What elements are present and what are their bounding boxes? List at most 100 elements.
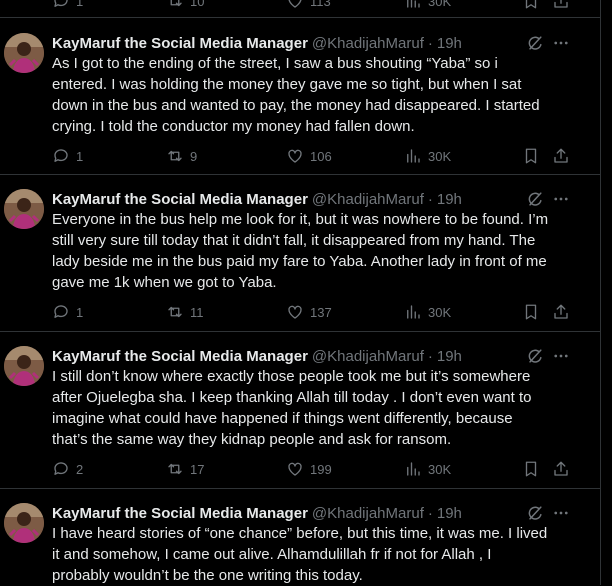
views-count: 30K — [428, 304, 452, 320]
views-button[interactable]: 30K — [404, 460, 451, 478]
repost-button[interactable]: 17 — [166, 460, 204, 478]
repost-icon — [170, 0, 182, 7]
reply-button[interactable]: 1 — [52, 147, 83, 165]
bookmark-button[interactable] — [522, 303, 540, 321]
separator: · — [427, 504, 433, 522]
like-button[interactable]: 137 — [286, 303, 332, 321]
display-name[interactable]: KayMaruf the Social Media Manager — [52, 348, 308, 365]
timestamp[interactable]: 19h — [437, 348, 462, 365]
separator: · — [427, 190, 433, 208]
like-button[interactable]: 199 — [286, 460, 332, 478]
reply-button[interactable]: 1 — [52, 0, 83, 10]
views-icon — [407, 149, 420, 163]
bookmark-icon — [525, 0, 537, 9]
bookmark-icon — [525, 461, 537, 477]
repost-count: 17 — [190, 461, 205, 477]
more-icon[interactable] — [552, 189, 570, 209]
divider — [0, 174, 600, 175]
repost-button[interactable]: 11 — [166, 303, 204, 321]
views-button[interactable]: 30K — [404, 303, 451, 321]
bookmark-button[interactable] — [522, 460, 540, 478]
repost-icon — [168, 463, 182, 475]
grok-icon[interactable] — [525, 346, 545, 366]
reply-icon — [54, 0, 68, 7]
heart-icon — [288, 462, 302, 476]
share-button[interactable] — [552, 147, 570, 165]
views-icon — [407, 0, 420, 8]
share-button[interactable] — [552, 303, 570, 321]
timestamp[interactable]: 19h — [437, 35, 462, 52]
reply-icon — [54, 462, 68, 475]
tweet-text: I have heard stories of “one chance” bef… — [52, 525, 548, 584]
username[interactable]: @KhadijahMaruf — [312, 505, 424, 522]
username[interactable]: @KhadijahMaruf — [312, 191, 424, 208]
like-button[interactable]: 113 — [286, 0, 331, 10]
reply-count: 1 — [76, 304, 84, 320]
reply-button[interactable]: 1 — [52, 303, 83, 321]
reply-icon — [54, 149, 68, 162]
tweet-header: KayMaruf the Social Media Manager @Khadi… — [52, 33, 462, 53]
like-count: 199 — [310, 461, 332, 477]
repost-button[interactable]: 10 — [166, 0, 204, 10]
tweet-actions: 1 9 106 30K — [52, 147, 572, 167]
tweet-text: I still don’t know where exactly those p… — [52, 368, 532, 448]
reply-button[interactable]: 2 — [52, 460, 83, 478]
repost-count: 9 — [190, 148, 198, 164]
share-icon — [554, 461, 568, 476]
timestamp[interactable]: 19h — [437, 505, 462, 522]
tweet-actions: 2 17 199 30K — [52, 460, 572, 480]
avatar[interactable] — [4, 33, 44, 73]
avatar[interactable] — [4, 503, 44, 543]
views-icon — [407, 462, 420, 476]
heart-icon — [288, 305, 302, 319]
tweet-text: Everyone in the bus help me look for it,… — [52, 211, 549, 291]
bookmark-icon — [525, 304, 537, 320]
avatar-image — [4, 33, 44, 73]
like-count: 106 — [310, 148, 332, 164]
views-count: 30K — [428, 148, 452, 164]
tweet-header: KayMaruf the Social Media Manager @Khadi… — [52, 189, 462, 209]
more-icon[interactable] — [552, 346, 570, 366]
reply-count: 1 — [76, 148, 84, 164]
bookmark-button[interactable] — [522, 0, 540, 10]
avatar[interactable] — [4, 346, 44, 386]
username[interactable]: @KhadijahMaruf — [312, 35, 424, 52]
share-button[interactable] — [552, 460, 570, 478]
display-name[interactable]: KayMaruf the Social Media Manager — [52, 191, 308, 208]
grok-icon[interactable] — [525, 189, 545, 209]
share-icon — [554, 0, 568, 8]
repost-count: 10 — [190, 0, 205, 9]
more-icon[interactable] — [552, 503, 570, 523]
bookmark-button[interactable] — [522, 147, 540, 165]
repost-count: 11 — [190, 304, 204, 320]
bookmark-icon — [525, 148, 537, 164]
share-icon — [554, 148, 568, 163]
share-icon — [554, 304, 568, 319]
username[interactable]: @KhadijahMaruf — [312, 348, 424, 365]
display-name[interactable]: KayMaruf the Social Media Manager — [52, 35, 308, 52]
reply-count: 2 — [76, 461, 84, 477]
reply-count: 1 — [76, 0, 84, 9]
views-button[interactable]: 30K — [404, 0, 451, 10]
more-icon[interactable] — [552, 33, 570, 53]
scrollbar-track[interactable] — [601, 0, 612, 585]
grok-icon[interactable] — [525, 33, 545, 53]
timestamp[interactable]: 19h — [437, 191, 462, 208]
tweet-text: As I got to the ending of the street, I … — [52, 55, 540, 135]
display-name[interactable]: KayMaruf the Social Media Manager — [52, 505, 308, 522]
repost-button[interactable]: 9 — [166, 147, 197, 165]
grok-icon[interactable] — [525, 503, 545, 523]
divider — [0, 17, 600, 18]
repost-icon — [168, 306, 182, 318]
divider — [0, 331, 600, 332]
share-button[interactable] — [552, 0, 570, 10]
views-count: 30K — [428, 461, 452, 477]
separator: · — [427, 34, 433, 52]
heart-icon — [288, 149, 302, 163]
previous-tweet-actions: 1 10 113 30K — [0, 0, 612, 14]
avatar[interactable] — [4, 189, 44, 229]
like-count: 113 — [310, 0, 331, 9]
like-button[interactable]: 106 — [286, 147, 332, 165]
views-button[interactable]: 30K — [404, 147, 451, 165]
tweet-header: KayMaruf the Social Media Manager @Khadi… — [52, 503, 462, 523]
